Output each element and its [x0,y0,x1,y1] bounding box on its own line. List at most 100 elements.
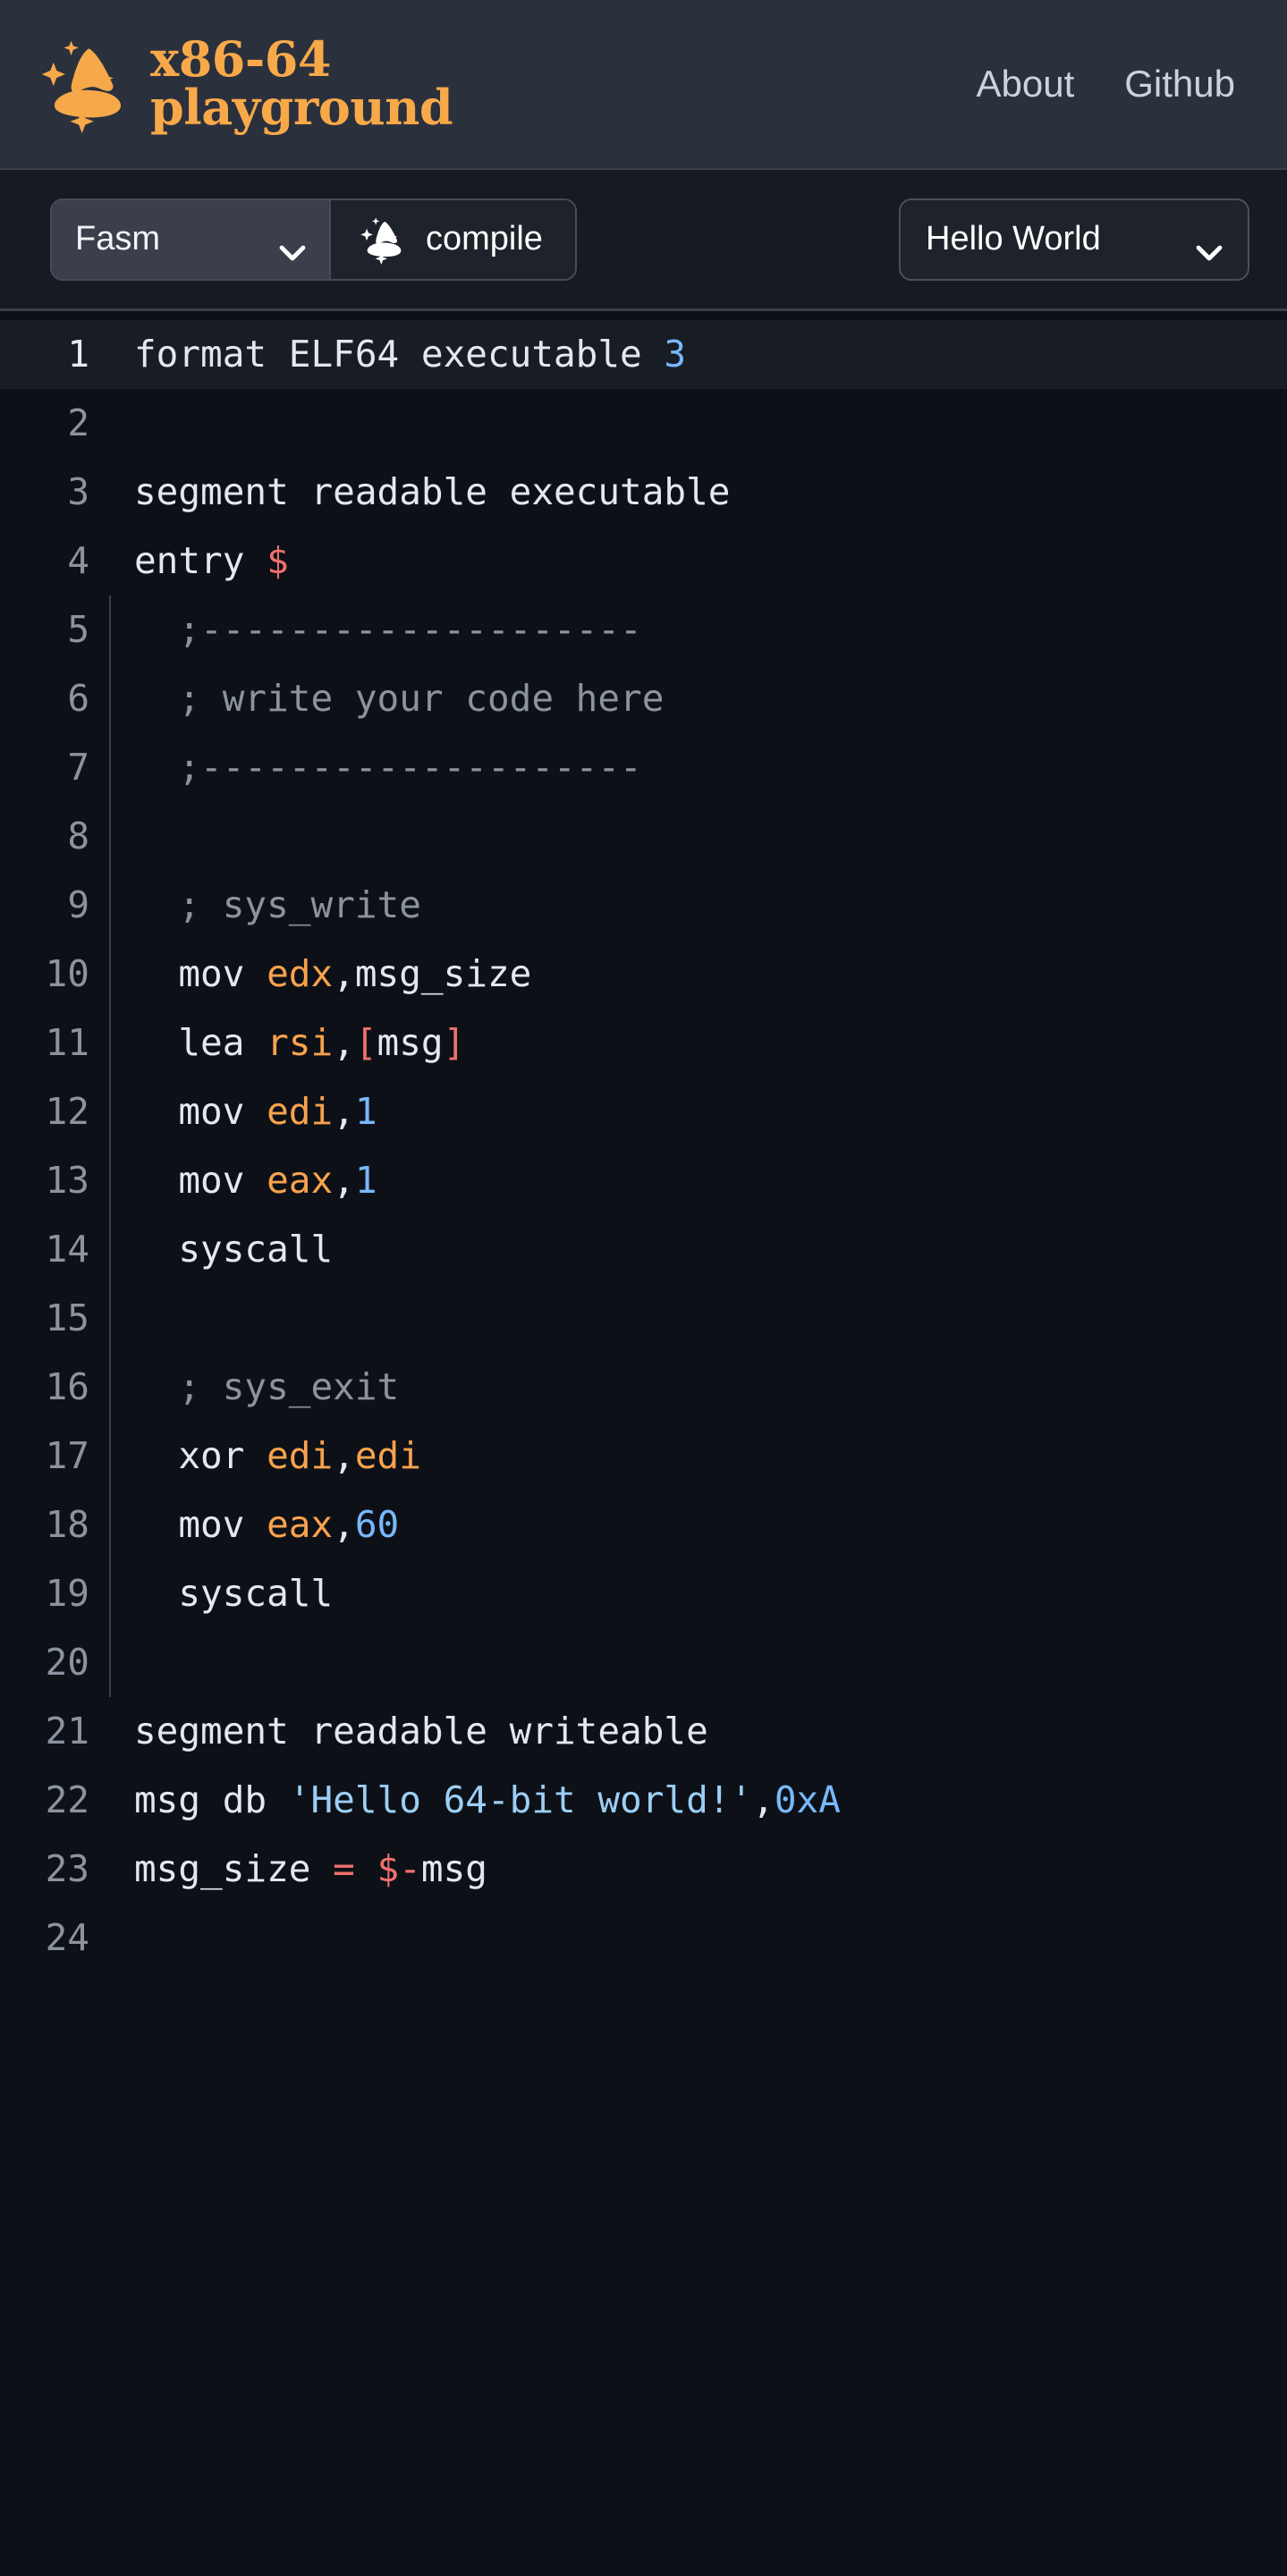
code-line[interactable]: 9 ; sys_write [0,871,1287,940]
code-line-text[interactable]: ; sys_write [109,871,1287,940]
code-token-pln: format ELF64 executable [134,333,665,376]
code-line[interactable]: 16 ; sys_exit [0,1353,1287,1422]
code-line-text[interactable]: msg db 'Hello 64-bit world!',0xA [109,1766,1287,1835]
code-token-op: - [399,1847,421,1890]
code-token-op: $ [267,539,289,582]
line-number: 23 [45,1847,89,1890]
brand-home-link[interactable]: x86-64 playground [36,35,453,133]
code-line[interactable]: 3 segment readable executable [0,458,1287,527]
code-line-text[interactable] [109,1284,1287,1353]
code-line[interactable]: 24 [0,1904,1287,1972]
code-line-text[interactable]: segment readable executable [109,458,1287,527]
code-line-text[interactable] [109,389,1287,458]
code-line[interactable]: 22 msg db 'Hello 64-bit world!',0xA [0,1766,1287,1835]
code-line[interactable]: 10 mov edx,msg_size [0,940,1287,1009]
code-line[interactable]: 2 [0,389,1287,458]
compile-button[interactable]: compile [331,199,575,279]
code-line-text[interactable]: ;-------------------- [109,595,1287,664]
example-preset-value: Hello World [926,220,1101,258]
code-line[interactable]: 5 ;-------------------- [0,595,1287,664]
code-line[interactable]: 20 [0,1628,1287,1697]
code-token-cmt: ; write your code here [134,677,665,720]
code-token-num: 0xA [774,1778,841,1821]
code-token-pln: segment readable executable [134,470,731,513]
code-line[interactable]: 15 [0,1284,1287,1353]
code-token-num: 3 [664,333,687,376]
nav-link-about[interactable]: About [976,63,1074,106]
code-token-pln: xor [134,1434,267,1477]
code-line-text[interactable] [109,802,1287,871]
code-line-text[interactable] [109,1904,1287,1972]
code-token-pln: mov [134,1159,267,1202]
code-line-text[interactable]: ; sys_exit [109,1353,1287,1422]
code-line[interactable]: 14 syscall [0,1215,1287,1284]
line-number: 6 [67,677,89,720]
line-number: 12 [45,1090,89,1133]
code-token-pln: , [333,1090,355,1133]
code-line-text[interactable]: syscall [109,1215,1287,1284]
code-line-text[interactable]: mov edx,msg_size [109,940,1287,1009]
code-line-text[interactable]: xor edi,edi [109,1422,1287,1491]
code-token-pln: mov [134,952,267,995]
code-line-text[interactable]: syscall [109,1559,1287,1628]
code-token-cmt: ;-------------------- [134,608,642,651]
code-token-pln: msg db [134,1778,289,1821]
code-line-text[interactable]: msg_size = $-msg [109,1835,1287,1904]
code-line[interactable]: 4 entry $ [0,527,1287,595]
code-token-reg: edx [267,952,334,995]
site-header: x86-64 playground About Github [0,0,1287,170]
code-line[interactable]: 6 ; write your code here [0,664,1287,733]
assembler-select[interactable]: Fasm [52,199,329,279]
code-line-text[interactable]: mov edi,1 [109,1077,1287,1146]
code-token-pln: segment readable writeable [134,1710,708,1753]
code-token-pln: , [752,1778,775,1821]
example-preset-select[interactable]: Hello World [899,198,1249,281]
code-line-text[interactable]: mov eax,60 [109,1491,1287,1559]
line-number: 3 [67,470,89,513]
code-token-reg: eax [267,1159,334,1202]
line-number: 19 [45,1572,89,1615]
wizard-hat-sparkles-logo-icon [36,35,134,133]
code-line-text[interactable]: mov eax,1 [109,1146,1287,1215]
code-line[interactable]: 17 xor edi,edi [0,1422,1287,1491]
line-number: 11 [45,1021,89,1064]
code-token-op: ] [443,1021,466,1064]
code-line-text[interactable]: segment readable writeable [109,1697,1287,1766]
code-token-reg: rsi [267,1021,334,1064]
code-line[interactable]: 13 mov eax,1 [0,1146,1287,1215]
code-token-cmt: ; sys_exit [134,1365,400,1408]
code-line[interactable]: 21 segment readable writeable [0,1697,1287,1766]
code-line[interactable]: 23 msg_size = $-msg [0,1835,1287,1904]
brand-line-2: playground [150,79,453,136]
code-line-text[interactable]: ; write your code here [109,664,1287,733]
code-token-pln: syscall [134,1572,334,1615]
code-token-reg: edi [267,1090,334,1133]
line-number: 22 [45,1778,89,1821]
code-line-text[interactable]: format ELF64 executable 3 [109,320,1287,389]
line-number: 10 [45,952,89,995]
line-number: 21 [45,1710,89,1753]
code-editor[interactable]: 1 format ELF64 executable 3 2 3 segment rea… [0,311,1287,2576]
line-number: 17 [45,1434,89,1477]
code-line-text[interactable] [109,1628,1287,1697]
chevron-down-icon [279,232,306,260]
code-line-text[interactable]: lea rsi,[msg] [109,1009,1287,1077]
line-number: 14 [45,1228,89,1271]
nav-link-github[interactable]: Github [1124,63,1235,106]
code-line[interactable]: 12 mov edi,1 [0,1077,1287,1146]
code-token-num: 60 [354,1503,400,1546]
code-line[interactable]: 11 lea rsi,[msg] [0,1009,1287,1077]
line-number: 9 [67,883,89,926]
code-line[interactable]: 7 ;-------------------- [0,733,1287,802]
code-line[interactable]: 8 [0,802,1287,871]
code-token-pln: entry [134,539,267,582]
code-token-cmt: ;-------------------- [134,746,642,789]
code-token-reg: edi [267,1434,334,1477]
code-lines-container[interactable]: 1 format ELF64 executable 3 2 3 segment rea… [0,320,1287,1972]
code-line-text[interactable]: ;-------------------- [109,733,1287,802]
brand-wordmark: x86-64 playground [150,35,453,136]
code-line[interactable]: 18 mov eax,60 [0,1491,1287,1559]
code-line[interactable]: 1 format ELF64 executable 3 [0,320,1287,389]
code-line-text[interactable]: entry $ [109,527,1287,595]
code-line[interactable]: 19 syscall [0,1559,1287,1628]
